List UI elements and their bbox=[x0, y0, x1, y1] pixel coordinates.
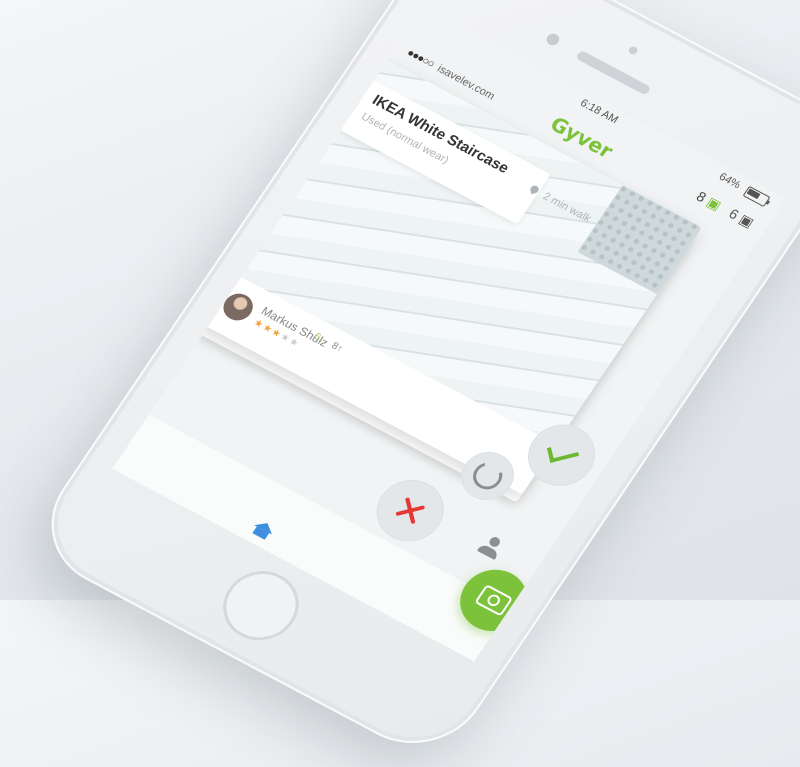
close-icon bbox=[390, 492, 430, 528]
sensor-dot bbox=[627, 45, 639, 56]
camera-icon bbox=[474, 584, 514, 617]
tab-home[interactable] bbox=[251, 518, 277, 540]
saved-box-icon: ▣ bbox=[703, 193, 725, 214]
phone-device: 6:18 AM 64% ●●●○○ isavelev.com Gyver 8 ▣… bbox=[23, 0, 800, 767]
refresh-icon bbox=[467, 457, 508, 495]
volume-down-button bbox=[291, 105, 320, 143]
home-button[interactable] bbox=[208, 558, 314, 653]
screen: 6:18 AM 64% ●●●○○ isavelev.com Gyver 8 ▣… bbox=[112, 6, 787, 662]
tab-profile[interactable] bbox=[476, 533, 506, 561]
earpiece-speaker bbox=[575, 49, 652, 96]
battery-icon bbox=[742, 185, 771, 208]
votes-up: 8↑ bbox=[329, 341, 345, 355]
owner-avatar[interactable] bbox=[217, 288, 259, 326]
check-icon bbox=[546, 440, 580, 463]
volume-up-button bbox=[322, 60, 350, 97]
location-pin-icon bbox=[529, 184, 540, 195]
front-camera bbox=[544, 31, 562, 48]
